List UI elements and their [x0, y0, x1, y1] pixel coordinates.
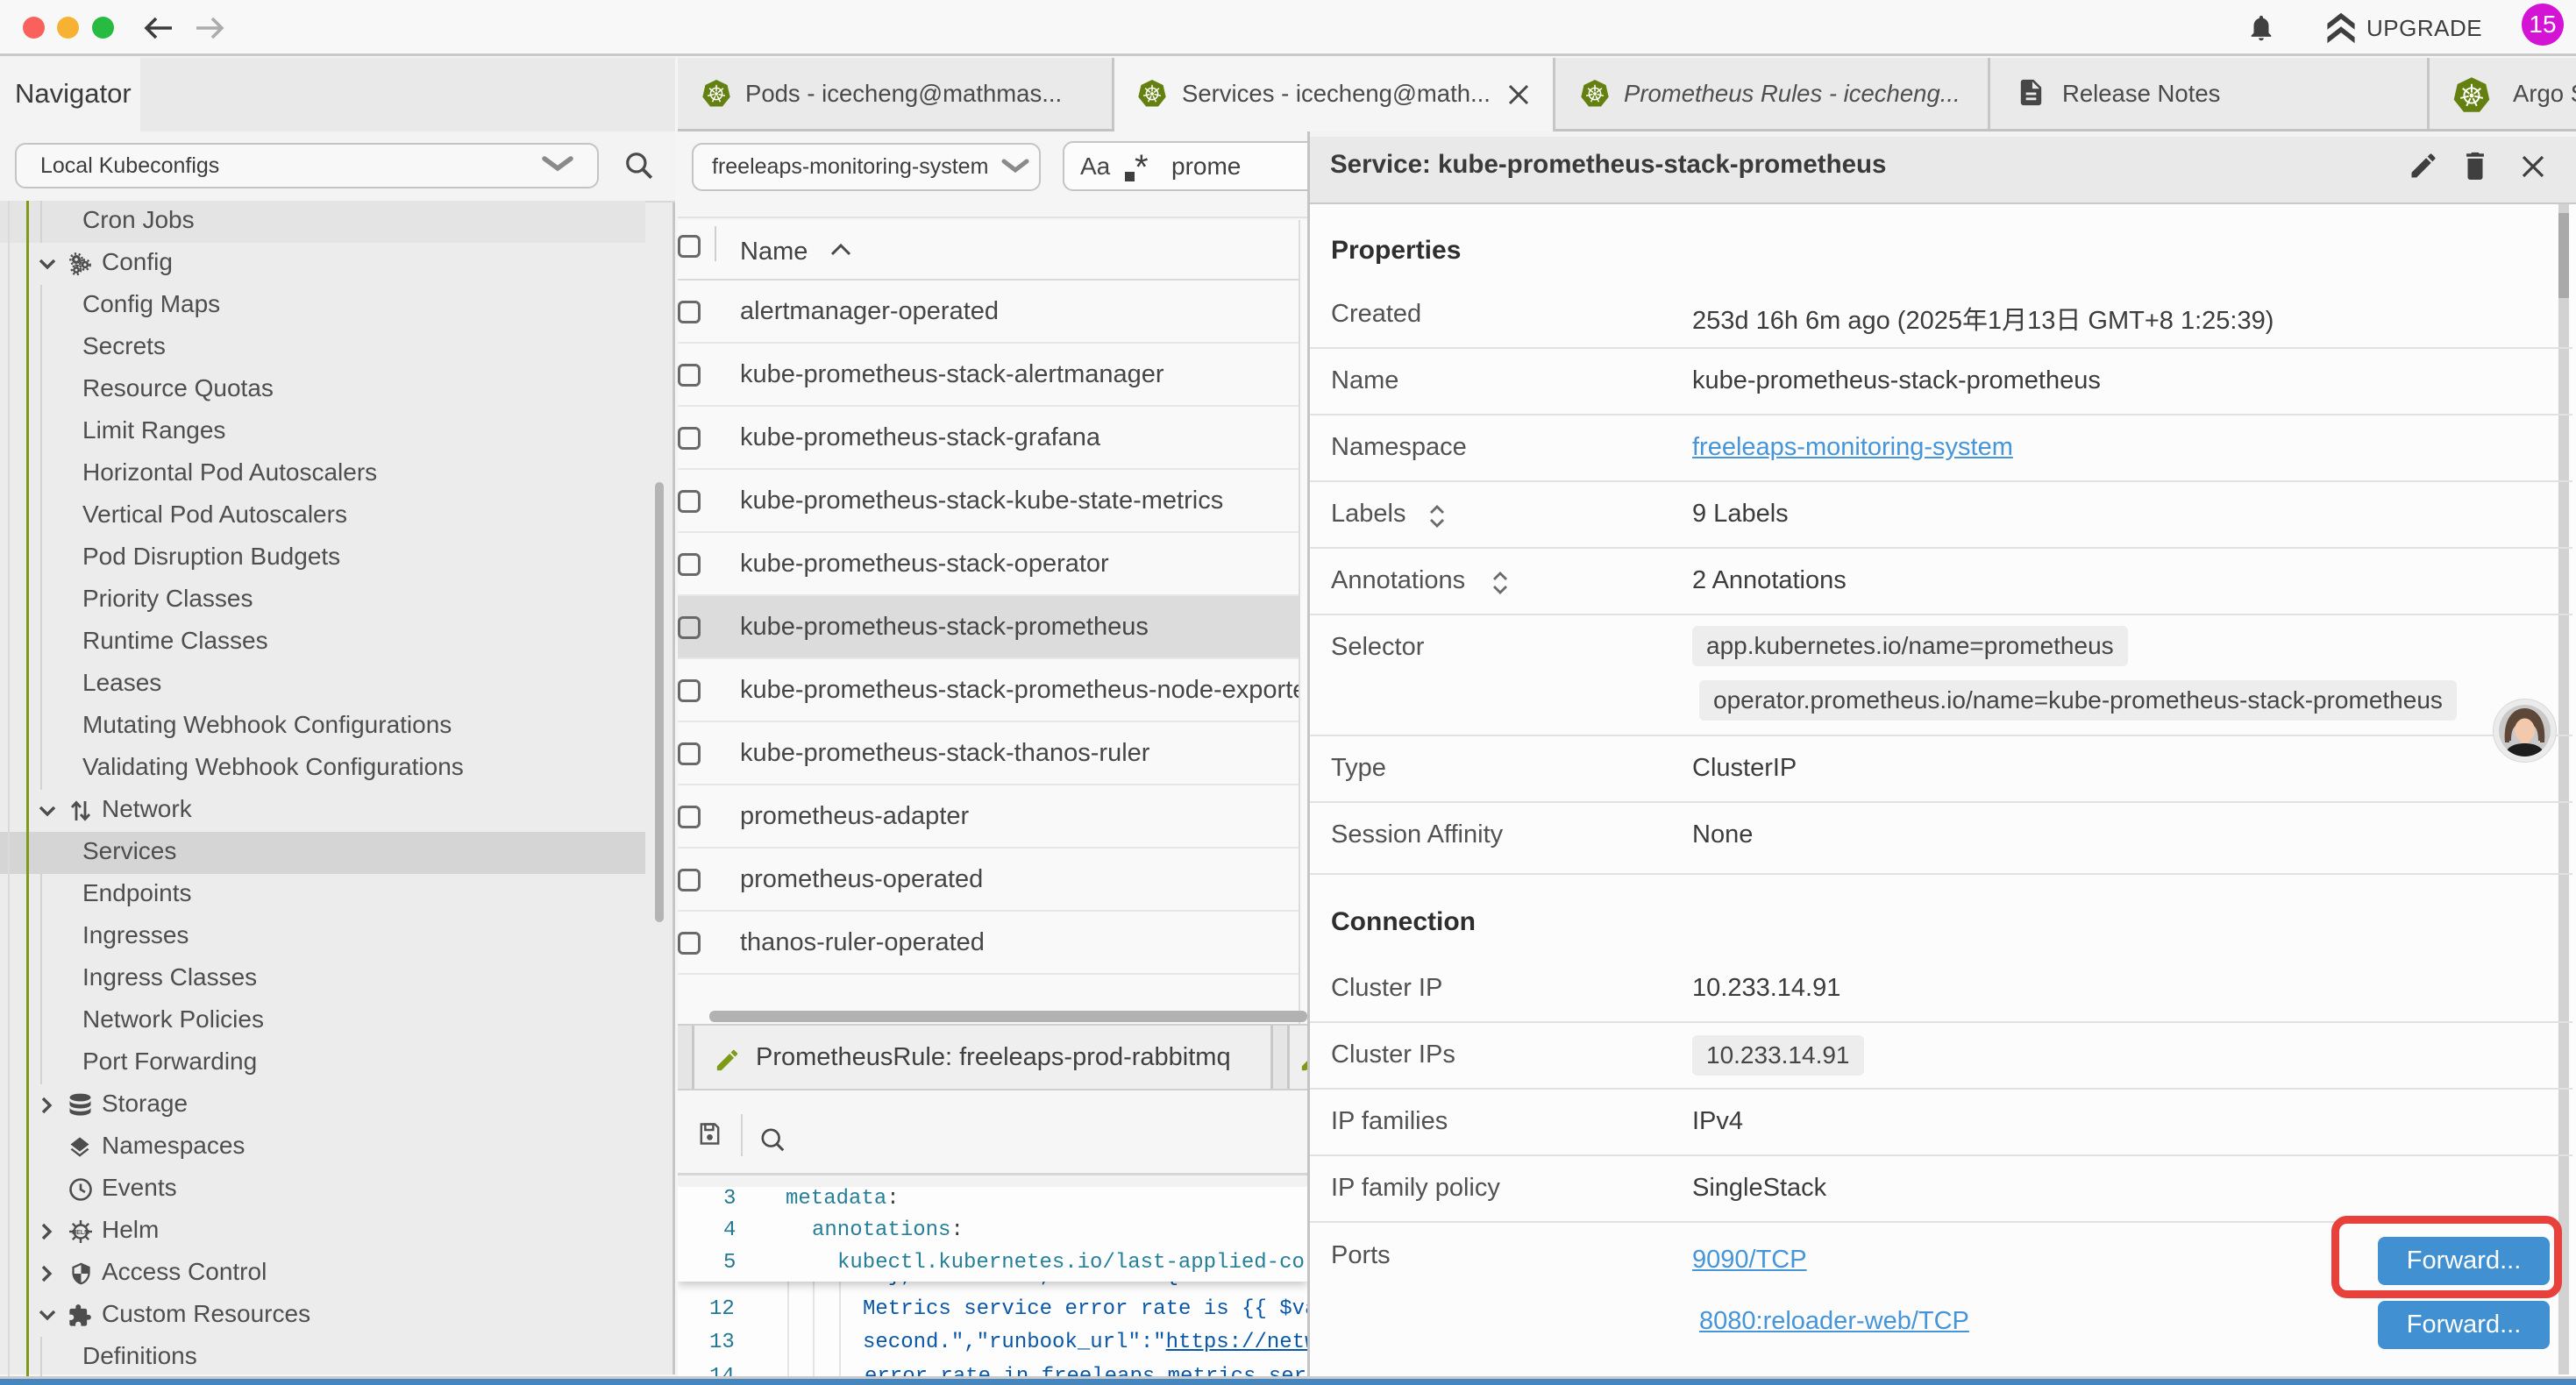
svg-text:HELM: HELM [72, 1230, 89, 1236]
